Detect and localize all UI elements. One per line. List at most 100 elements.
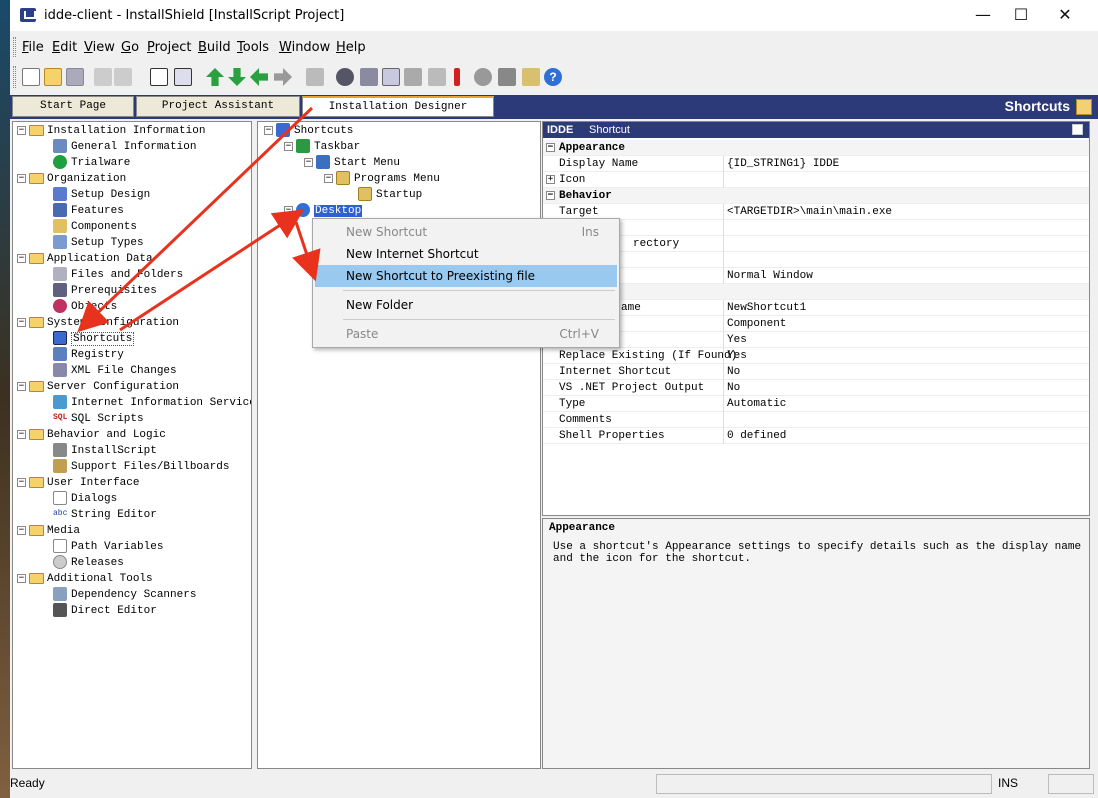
- shortcut-programs-menu[interactable]: − Programs Menu: [324, 171, 440, 187]
- prop-working-directory[interactable]: rectory: [543, 236, 1089, 252]
- collapse-icon[interactable]: −: [17, 173, 26, 183]
- collapse-icon[interactable]: −: [546, 143, 555, 152]
- toggle-view-icon[interactable]: [150, 68, 168, 86]
- prop-yes[interactable]: Yes: [543, 332, 1089, 348]
- nav-registry[interactable]: Registry: [53, 347, 124, 363]
- build-icon[interactable]: [336, 68, 354, 86]
- nav-setup-types[interactable]: Setup Types: [53, 235, 144, 251]
- arrow-left-icon[interactable]: [250, 68, 268, 86]
- check-icon[interactable]: [428, 68, 446, 86]
- collapse-icon[interactable]: −: [17, 525, 26, 535]
- nav-installation-information[interactable]: − Installation Information: [17, 123, 205, 139]
- menu-new-shortcut[interactable]: New Shortcut Ins: [315, 221, 617, 243]
- shortcut-root[interactable]: − Shortcuts: [264, 123, 353, 139]
- maximize-button[interactable]: ☐: [998, 0, 1044, 31]
- save-icon[interactable]: [66, 68, 84, 86]
- undo-icon[interactable]: [94, 68, 112, 86]
- prop-run[interactable]: Normal Window: [543, 268, 1089, 284]
- prop-comments[interactable]: Comments: [543, 412, 1089, 428]
- menu-tools[interactable]: Tools: [237, 40, 269, 55]
- nav-files-and-folders[interactable]: Files and Folders: [53, 267, 183, 283]
- nav-trialware[interactable]: Trialware: [53, 155, 130, 171]
- new-file-icon[interactable]: [22, 68, 40, 86]
- nav-setup-design[interactable]: Setup Design: [53, 187, 150, 203]
- tab-project-assistant[interactable]: Project Assistant: [136, 96, 300, 117]
- menu-new-shortcut-preexisting[interactable]: New Shortcut to Preexisting file: [315, 265, 617, 287]
- menu-build[interactable]: Build: [198, 40, 231, 55]
- collapse-icon[interactable]: −: [284, 141, 293, 151]
- nav-server-configuration[interactable]: − Server Configuration: [17, 379, 179, 395]
- arrow-up-icon[interactable]: [206, 68, 224, 86]
- collapse-icon[interactable]: −: [546, 191, 555, 200]
- prop-shell-properties[interactable]: Shell Properties 0 defined: [543, 428, 1089, 444]
- prop-vsnet-output[interactable]: VS .NET Project Output No: [543, 380, 1089, 396]
- menu-file[interactable]: File: [22, 40, 44, 55]
- nav-application-data[interactable]: − Application Data: [17, 251, 153, 267]
- prop-internet-shortcut[interactable]: Internet Shortcut No: [543, 364, 1089, 380]
- prop-arguments[interactable]: [543, 220, 1089, 236]
- prop-icon[interactable]: + Icon: [543, 172, 1089, 188]
- nav-system-configuration[interactable]: − System Configuration: [17, 315, 179, 331]
- menu-project[interactable]: Project: [147, 40, 192, 55]
- tab-start-page[interactable]: Start Page: [12, 96, 134, 117]
- category-behavior[interactable]: − Behavior: [543, 188, 1089, 204]
- debug-icon[interactable]: [498, 68, 516, 86]
- shortcut-taskbar[interactable]: − Taskbar: [284, 139, 360, 155]
- menu-new-internet-shortcut[interactable]: New Internet Shortcut: [315, 243, 617, 265]
- menu-edit[interactable]: Edit: [52, 40, 77, 55]
- exclamation-icon[interactable]: [454, 68, 460, 86]
- nav-media[interactable]: − Media: [17, 523, 80, 539]
- menu-paste[interactable]: Paste Ctrl+V: [315, 323, 617, 345]
- nav-installscript[interactable]: InstallScript: [53, 443, 157, 459]
- collapse-icon[interactable]: −: [17, 317, 26, 327]
- menu-go[interactable]: Go: [121, 40, 139, 55]
- collapse-icon[interactable]: −: [304, 157, 313, 167]
- nav-features[interactable]: Features: [53, 203, 124, 219]
- prop-target[interactable]: Target <TARGETDIR>\main\main.exe: [543, 204, 1089, 220]
- menu-window[interactable]: Window: [279, 40, 330, 55]
- nav-dialogs[interactable]: Dialogs: [53, 491, 117, 507]
- nav-behavior-and-logic[interactable]: − Behavior and Logic: [17, 427, 166, 443]
- toolbar-grip[interactable]: [13, 66, 16, 88]
- prop-file-name[interactable]: ame NewShortcut1: [543, 300, 1089, 316]
- nav-string-editor[interactable]: abc String Editor: [53, 507, 157, 523]
- nav-xml-file-changes[interactable]: XML File Changes: [53, 363, 177, 379]
- nav-shortcuts[interactable]: Shortcuts: [53, 331, 135, 347]
- category-appearance[interactable]: − Appearance: [543, 140, 1089, 156]
- collapse-icon[interactable]: −: [284, 205, 293, 215]
- nav-releases[interactable]: Releases: [53, 555, 124, 571]
- hand-icon[interactable]: [306, 68, 324, 86]
- menubar-grip[interactable]: [13, 37, 16, 57]
- arrow-right-icon[interactable]: [274, 68, 292, 86]
- prop-type[interactable]: Type Automatic: [543, 396, 1089, 412]
- expand-panel-icon[interactable]: [1072, 124, 1083, 135]
- collapse-icon[interactable]: −: [17, 125, 26, 135]
- nav-organization[interactable]: − Organization: [17, 171, 126, 187]
- close-button[interactable]: ✕: [1042, 0, 1088, 31]
- nav-objects[interactable]: Objects: [53, 299, 117, 315]
- calendar-icon[interactable]: [382, 68, 400, 86]
- collapse-icon[interactable]: −: [17, 429, 26, 439]
- prop-hotkey[interactable]: [543, 252, 1089, 268]
- arrow-down-icon[interactable]: [228, 68, 246, 86]
- menu-help[interactable]: Help: [336, 40, 366, 55]
- shortcut-desktop[interactable]: − Desktop: [284, 203, 363, 219]
- nav-support-files[interactable]: Support Files/Billboards: [53, 459, 229, 475]
- open-folder-icon[interactable]: [44, 68, 62, 86]
- category-advanced[interactable]: [543, 284, 1089, 300]
- nav-user-interface[interactable]: − User Interface: [17, 475, 139, 491]
- cancel-build-icon[interactable]: [404, 68, 422, 86]
- shortcut-startup[interactable]: Startup: [358, 187, 422, 203]
- nav-components[interactable]: Components: [53, 219, 137, 235]
- collapse-icon[interactable]: −: [324, 173, 333, 183]
- nav-dependency-scanners[interactable]: Dependency Scanners: [53, 587, 196, 603]
- collapse-icon[interactable]: −: [17, 477, 26, 487]
- collapse-icon[interactable]: −: [17, 381, 26, 391]
- prop-replace-existing[interactable]: Replace Existing (If Found) Yes: [543, 348, 1089, 364]
- split-view-icon[interactable]: [174, 68, 192, 86]
- collapse-icon[interactable]: −: [264, 125, 273, 135]
- stack-icon[interactable]: [360, 68, 378, 86]
- collapse-icon[interactable]: −: [17, 573, 26, 583]
- run-icon[interactable]: [474, 68, 492, 86]
- tab-installation-designer[interactable]: Installation Designer: [302, 96, 494, 117]
